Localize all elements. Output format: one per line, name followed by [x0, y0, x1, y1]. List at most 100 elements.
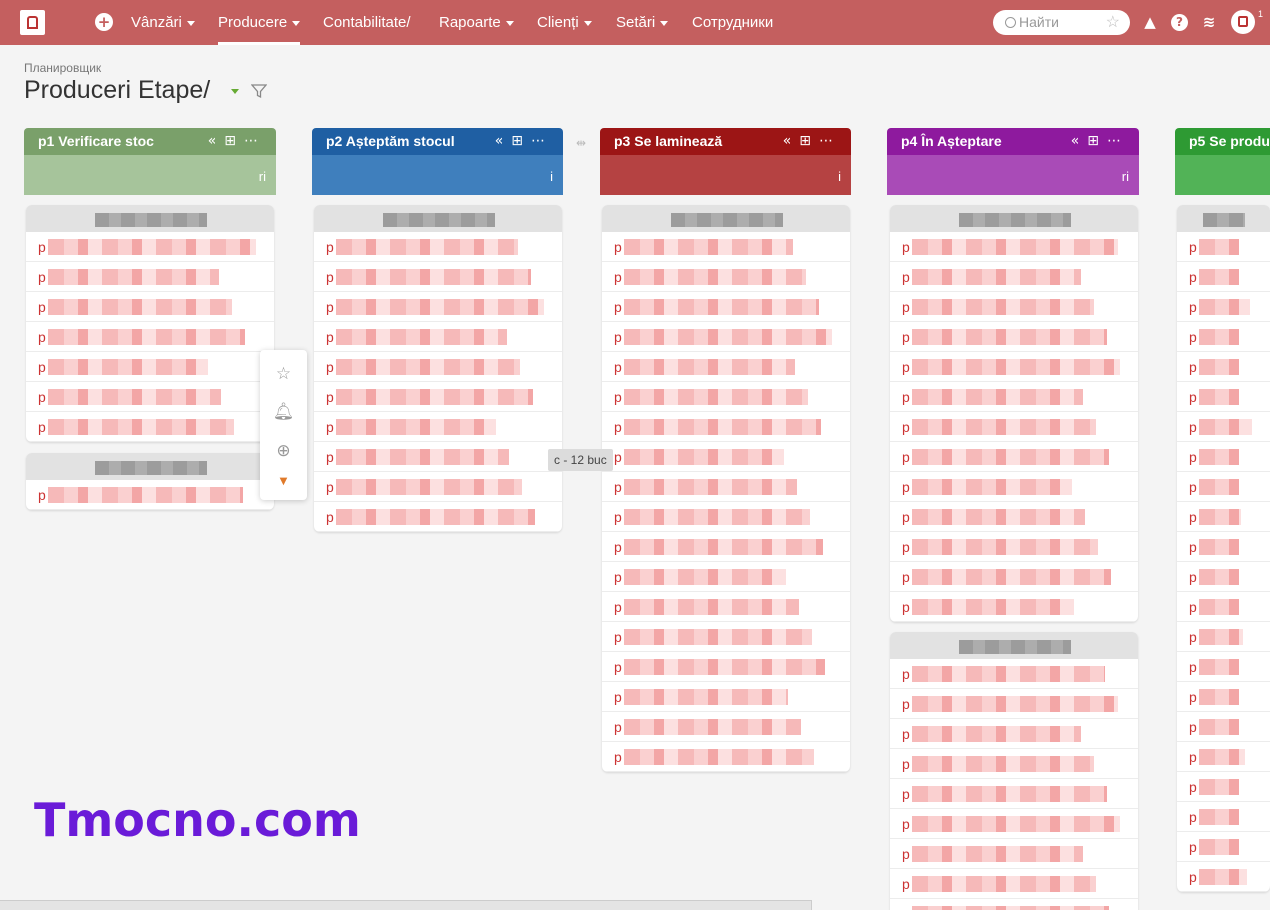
- list-item[interactable]: p: [602, 592, 850, 622]
- list-item[interactable]: p: [1177, 682, 1270, 712]
- list-item[interactable]: p: [26, 292, 274, 322]
- list-item[interactable]: p: [602, 712, 850, 742]
- column-header-p2[interactable]: p2 Așteptăm stocul «⊞⋯ i: [312, 128, 563, 195]
- list-item[interactable]: p: [314, 382, 562, 412]
- list-item[interactable]: p: [26, 382, 274, 412]
- list-item[interactable]: p: [314, 442, 562, 472]
- list-item[interactable]: p: [602, 652, 850, 682]
- column-header-p3[interactable]: p3 Se laminează «⊞⋯ i: [600, 128, 851, 195]
- list-item[interactable]: p: [26, 232, 274, 262]
- search-input[interactable]: Найти ☆: [993, 10, 1130, 35]
- list-item[interactable]: p: [26, 322, 274, 352]
- list-item[interactable]: p: [1177, 652, 1270, 682]
- order-group-card[interactable]: ppppppppp: [890, 632, 1138, 910]
- list-item[interactable]: p: [314, 472, 562, 502]
- list-item[interactable]: p: [890, 472, 1138, 502]
- column-tools[interactable]: «⊞⋯: [495, 128, 553, 155]
- nav-item-employees[interactable]: Сотрудники: [692, 0, 773, 45]
- list-item[interactable]: p: [602, 562, 850, 592]
- bell-icon[interactable]: 🔔︎: [260, 402, 307, 422]
- list-item[interactable]: p: [890, 809, 1138, 839]
- nav-item-accounting[interactable]: Contabilitate/: [323, 0, 411, 45]
- column-tools[interactable]: «⊞⋯: [783, 128, 841, 155]
- list-item[interactable]: p: [890, 719, 1138, 749]
- list-item[interactable]: p: [890, 262, 1138, 292]
- list-item[interactable]: p: [314, 412, 562, 442]
- order-group-card[interactable]: pppppppppppppppppppppp: [1177, 205, 1270, 892]
- list-item[interactable]: p: [314, 322, 562, 352]
- list-item[interactable]: p: [1177, 622, 1270, 652]
- list-item[interactable]: p: [890, 292, 1138, 322]
- list-item[interactable]: p: [890, 382, 1138, 412]
- list-item[interactable]: p: [1177, 232, 1270, 262]
- list-item[interactable]: p: [602, 412, 850, 442]
- chevron-down-icon[interactable]: ▼: [260, 472, 307, 492]
- nav-item-settings[interactable]: Setări: [616, 0, 669, 45]
- list-item[interactable]: p: [314, 502, 562, 532]
- list-item[interactable]: p: [1177, 532, 1270, 562]
- list-item[interactable]: p: [314, 292, 562, 322]
- nav-item-production[interactable]: Producere: [218, 0, 301, 45]
- column-header-p1[interactable]: p1 Verificare stoc «⊞⋯ ri: [24, 128, 276, 195]
- list-item[interactable]: p: [890, 442, 1138, 472]
- layers-icon[interactable]: ≋: [1199, 12, 1219, 32]
- order-group-card[interactable]: ppppppp: [26, 205, 274, 442]
- list-item[interactable]: p: [602, 442, 850, 472]
- list-item[interactable]: p: [602, 742, 850, 772]
- list-item[interactable]: p: [890, 322, 1138, 352]
- column-header-p5[interactable]: p5 Se produc: [1175, 128, 1270, 195]
- order-group-card[interactable]: pppppppppppppppppp: [602, 205, 850, 772]
- column-header-p4[interactable]: p4 În Așteptare «⊞⋯ ri: [887, 128, 1139, 195]
- list-item[interactable]: p: [890, 689, 1138, 719]
- list-item[interactable]: p: [1177, 262, 1270, 292]
- list-item[interactable]: p: [890, 562, 1138, 592]
- list-item[interactable]: p: [1177, 292, 1270, 322]
- resize-handle-icon[interactable]: ⇹: [576, 136, 586, 150]
- list-item[interactable]: p: [602, 262, 850, 292]
- list-item[interactable]: p: [602, 622, 850, 652]
- list-item[interactable]: p: [602, 532, 850, 562]
- list-item[interactable]: p: [890, 869, 1138, 899]
- list-item[interactable]: p: [890, 592, 1138, 622]
- list-item[interactable]: p: [890, 659, 1138, 689]
- list-item[interactable]: p: [602, 322, 850, 352]
- list-item[interactable]: p: [1177, 442, 1270, 472]
- list-item[interactable]: p: [602, 682, 850, 712]
- list-item[interactable]: p: [890, 412, 1138, 442]
- star-icon[interactable]: ☆: [1106, 10, 1120, 35]
- list-item[interactable]: p: [890, 232, 1138, 262]
- star-icon[interactable]: ☆: [260, 364, 307, 384]
- list-item[interactable]: p: [890, 502, 1138, 532]
- list-item[interactable]: p: [602, 382, 850, 412]
- list-item[interactable]: p: [314, 352, 562, 382]
- list-item[interactable]: p: [602, 472, 850, 502]
- list-item[interactable]: p: [890, 749, 1138, 779]
- filter-icon[interactable]: [251, 83, 267, 99]
- breadcrumb[interactable]: Планировщик: [24, 61, 101, 75]
- add-new-button[interactable]: +: [95, 13, 113, 31]
- list-item[interactable]: p: [890, 779, 1138, 809]
- list-item[interactable]: p: [1177, 382, 1270, 412]
- chevron-down-icon[interactable]: [231, 89, 239, 94]
- order-group-card[interactable]: p: [26, 453, 274, 510]
- nav-item-clients[interactable]: Clienți: [537, 0, 592, 45]
- list-item[interactable]: p: [890, 532, 1138, 562]
- list-item[interactable]: p: [26, 352, 274, 382]
- horizontal-scrollbar[interactable]: [0, 900, 812, 910]
- list-item[interactable]: p: [1177, 472, 1270, 502]
- list-item[interactable]: p: [314, 262, 562, 292]
- list-item[interactable]: p: [314, 232, 562, 262]
- list-item[interactable]: p: [602, 292, 850, 322]
- list-item[interactable]: p: [1177, 562, 1270, 592]
- list-item[interactable]: p: [602, 502, 850, 532]
- list-item[interactable]: p: [1177, 712, 1270, 742]
- add-circle-icon[interactable]: ⊕: [260, 441, 307, 461]
- column-tools[interactable]: «⊞⋯: [208, 128, 266, 155]
- list-item[interactable]: p: [890, 839, 1138, 869]
- list-item[interactable]: p: [1177, 322, 1270, 352]
- list-item[interactable]: p: [1177, 802, 1270, 832]
- avatar[interactable]: [1231, 10, 1255, 34]
- list-item[interactable]: p: [1177, 502, 1270, 532]
- list-item[interactable]: p: [1177, 772, 1270, 802]
- list-item[interactable]: p: [602, 352, 850, 382]
